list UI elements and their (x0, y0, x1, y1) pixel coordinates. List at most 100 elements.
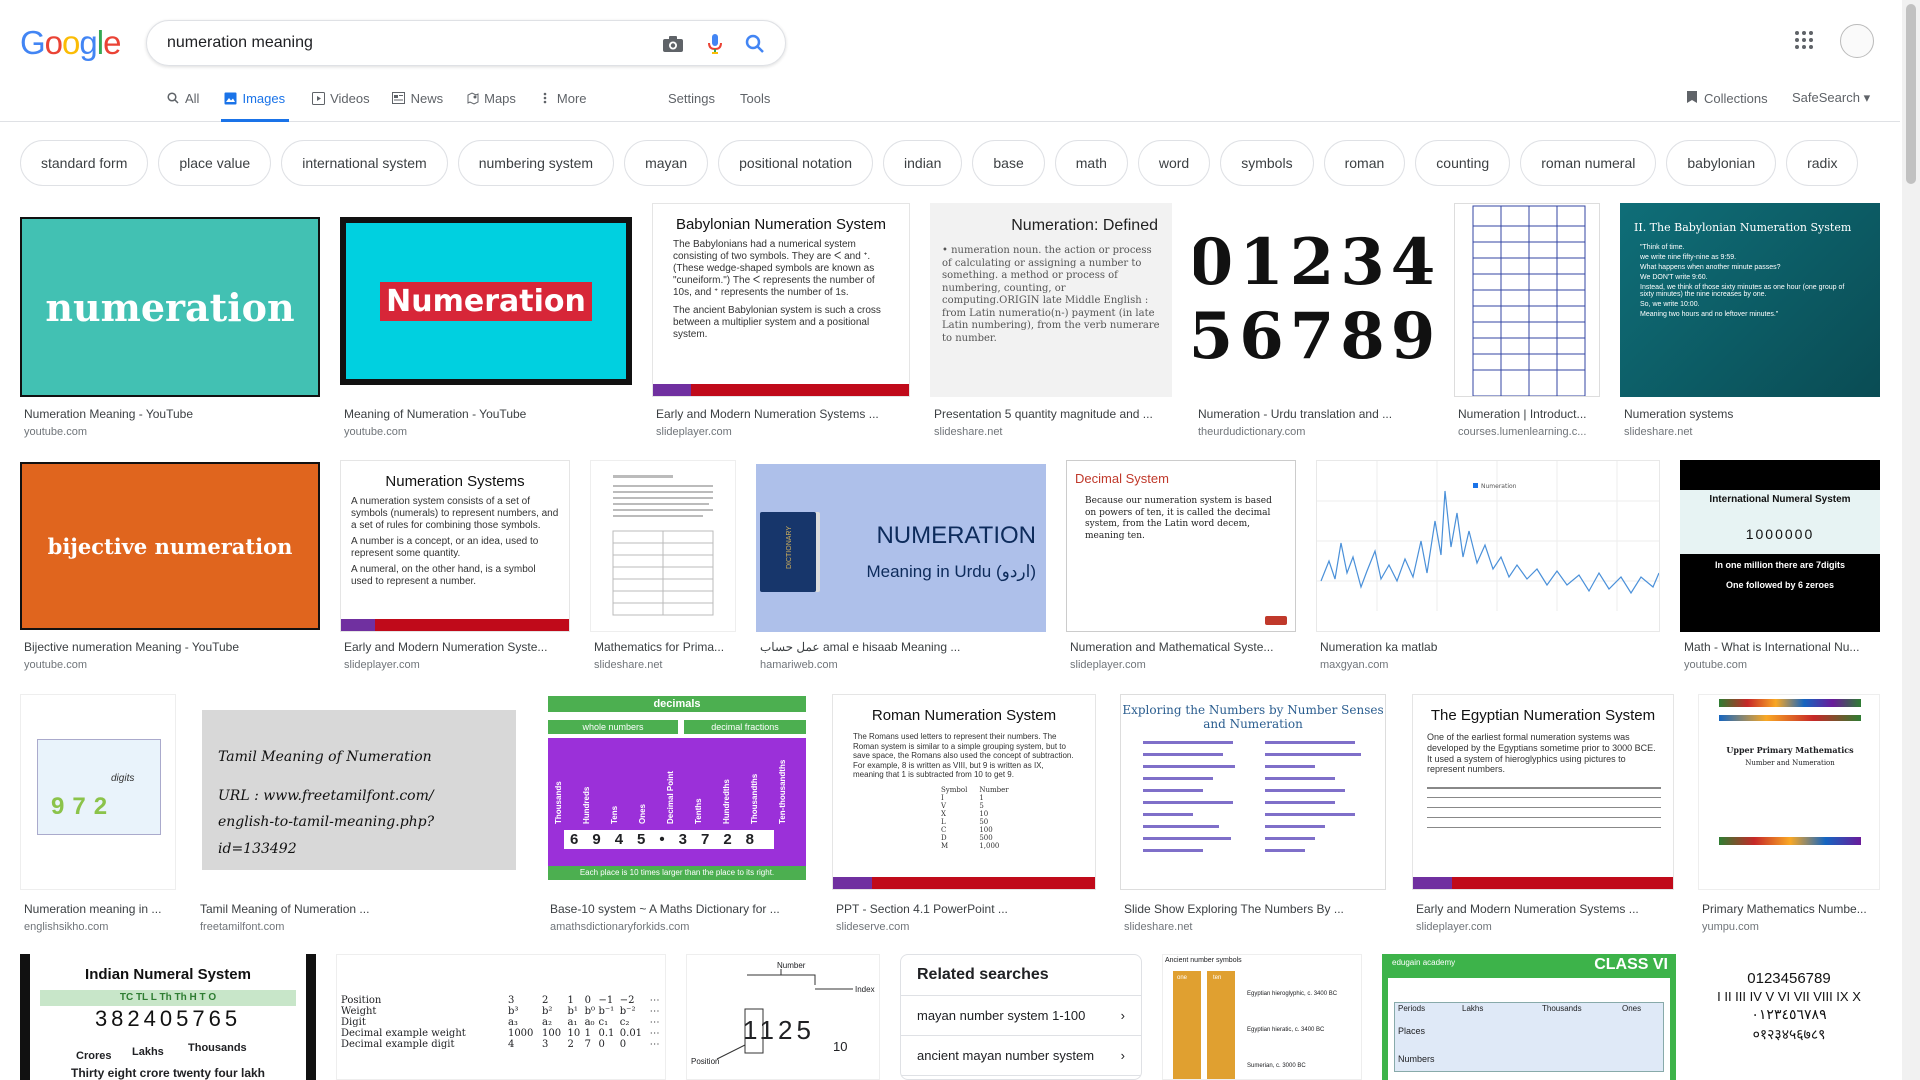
result-thumbnail[interactable]: Numeration (340, 217, 632, 385)
image-result[interactable]: Tamil Meaning of Numeration URL : www.fr… (196, 694, 522, 934)
result-title[interactable]: Numeration and Mathematical Syste... (1070, 640, 1296, 654)
result-source[interactable]: theurdudictionary.com (1198, 426, 1436, 438)
result-title[interactable]: PPT - Section 4.1 PowerPoint ... (836, 902, 1096, 916)
result-thumbnail[interactable]: Numeration (1316, 460, 1660, 632)
image-result[interactable]: Numeration | Introduct... courses.lumenl… (1454, 203, 1600, 443)
tab-more[interactable]: More (538, 88, 587, 122)
result-thumbnail[interactable]: 0123456789 I II III IV V VI VII VIII IX … (1698, 954, 1880, 1080)
result-thumbnail[interactable]: numeration (20, 217, 320, 397)
result-source[interactable]: yumpu.com (1702, 921, 1880, 933)
mic-icon[interactable] (703, 32, 727, 56)
result-title[interactable]: Numeration Meaning - YouTube (24, 407, 320, 421)
result-thumbnail[interactable]: decimals whole numbers decimal fractions… (546, 694, 808, 890)
result-title[interactable]: Numeration | Introduct... (1458, 407, 1600, 421)
result-title[interactable]: Numeration - Urdu translation and ... (1198, 407, 1436, 421)
image-result[interactable]: Numeration Systems A numeration system c… (340, 460, 570, 674)
chip[interactable]: standard form (20, 140, 149, 186)
result-source[interactable]: slideserve.com (836, 921, 1096, 933)
image-result[interactable]: 972 digits Numeration meaning in ... eng… (20, 694, 176, 934)
result-title[interactable]: Tamil Meaning of Numeration ... (200, 902, 522, 916)
vertical-scrollbar[interactable] (1902, 0, 1920, 1080)
result-title[interactable]: Base-10 system ~ A Maths Dictionary for … (550, 902, 808, 916)
image-result[interactable]: Exploring the Numbers by Number Senses a… (1120, 694, 1386, 934)
chip[interactable]: place value (158, 140, 272, 186)
result-source[interactable]: slideplayer.com (1416, 921, 1674, 933)
result-source[interactable]: freetamilfont.com (200, 921, 522, 933)
chip[interactable]: base (972, 140, 1045, 186)
image-result[interactable]: bijective numeration Bijective numeratio… (20, 460, 320, 674)
image-result[interactable]: Numeration Meaning of Numeration - YouTu… (340, 203, 632, 443)
result-thumbnail[interactable] (1454, 203, 1600, 397)
search-icon[interactable] (743, 32, 767, 56)
result-thumbnail[interactable]: Numeration Systems A numeration system c… (340, 460, 570, 632)
result-thumbnail[interactable]: Position 3 2 1 0 −1 −2 ⋯ Weight b³ b² b¹ b⁰ b⁻¹ b⁻² ⋯ … (336, 954, 666, 1080)
result-thumbnail[interactable]: International Numeral System 1000000 In … (1680, 460, 1880, 632)
chip[interactable]: indian (883, 140, 963, 186)
image-result[interactable]: Indian Numeral System TC TL L Th Th H T … (20, 954, 316, 1080)
image-result[interactable]: Position 3 2 1 0 −1 −2 ⋯ Weight b³ b² b¹ b⁰ b⁻¹ b⁻² ⋯ … (336, 954, 666, 1080)
result-source[interactable]: youtube.com (1684, 659, 1880, 671)
image-result[interactable]: II. The Babylonian Numeration System "Th… (1620, 203, 1880, 443)
result-title[interactable]: Presentation 5 quantity magnitude and ..… (934, 407, 1172, 421)
image-result[interactable]: Numeration Numeration ka matlab maxgyan.… (1316, 460, 1660, 674)
chip[interactable]: symbols (1220, 140, 1314, 186)
image-result[interactable]: 0123456789 I II III IV V VI VII VIII IX … (1698, 954, 1880, 1080)
image-result[interactable]: Number Index 1125 10 Position (686, 954, 880, 1080)
chip[interactable]: math (1054, 140, 1128, 186)
result-title[interactable]: Slide Show Exploring The Numbers By ... (1124, 902, 1386, 916)
related-search-item[interactable]: mayan number system 1-100 › (901, 996, 1141, 1036)
settings-link[interactable]: Settings (668, 91, 715, 106)
result-title[interactable]: Numeration systems (1624, 407, 1880, 421)
result-source[interactable]: slideshare.net (1124, 921, 1386, 933)
image-result[interactable]: Roman Numeration System The Romans used … (832, 694, 1096, 934)
result-thumbnail[interactable]: II. The Babylonian Numeration System "Th… (1620, 203, 1880, 397)
result-title[interactable]: Early and Modern Numeration Systems ... (656, 407, 910, 421)
result-title[interactable]: Early and Modern Numeration Systems ... (1416, 902, 1674, 916)
result-thumbnail[interactable]: Indian Numeral System TC TL L Th Th H T … (20, 954, 316, 1080)
result-thumbnail[interactable]: Babylonian Numeration System The Babylon… (652, 203, 910, 397)
result-thumbnail[interactable]: Roman Numeration System The Romans used … (832, 694, 1096, 890)
result-source[interactable]: amathsdictionaryforkids.com (550, 921, 808, 933)
chip[interactable]: roman (1323, 140, 1406, 186)
apps-icon[interactable] (1794, 30, 1818, 54)
result-thumbnail[interactable]: edugain academy CLASS VI Periods Lakhs T… (1382, 954, 1676, 1080)
result-thumbnail[interactable]: Decimal System Because our numeration sy… (1066, 460, 1296, 632)
chip[interactable]: counting (1415, 140, 1511, 186)
result-source[interactable]: slideshare.net (1624, 426, 1880, 438)
related-search-item[interactable]: ancient mayan number system › (901, 1036, 1141, 1076)
image-result[interactable]: Babylonian Numeration System The Babylon… (652, 203, 910, 443)
result-title[interactable]: Math - What is International Nu... (1684, 640, 1880, 654)
result-source[interactable]: slideplayer.com (1070, 659, 1296, 671)
image-result[interactable]: Upper Primary Mathematics Number and Num… (1698, 694, 1880, 934)
result-source[interactable]: slideshare.net (594, 659, 736, 671)
image-result[interactable]: Mathematics for Prima... slideshare.net (590, 460, 736, 674)
tab-videos[interactable]: Videos (311, 88, 370, 122)
tab-maps[interactable]: Maps (465, 88, 516, 122)
chip[interactable]: international system (281, 140, 448, 186)
result-source[interactable]: slideplayer.com (656, 426, 910, 438)
tab-images[interactable]: Images (221, 88, 290, 122)
result-title[interactable]: Mathematics for Prima... (594, 640, 736, 654)
image-result[interactable]: Numeration: Defined • numeration noun. t… (930, 203, 1172, 443)
result-thumbnail[interactable] (590, 460, 736, 632)
image-result[interactable]: edugain academy CLASS VI Periods Lakhs T… (1382, 954, 1676, 1080)
result-source[interactable]: slideplayer.com (344, 659, 570, 671)
chip[interactable]: positional notation (718, 140, 874, 186)
account-avatar[interactable] (1840, 24, 1874, 58)
result-title[interactable]: Early and Modern Numeration Syste... (344, 640, 570, 654)
result-source[interactable]: slideshare.net (934, 426, 1172, 438)
result-title[interactable]: Meaning of Numeration - YouTube (344, 407, 632, 421)
result-source[interactable]: youtube.com (24, 426, 320, 438)
result-source[interactable]: youtube.com (24, 659, 320, 671)
result-thumbnail[interactable]: 01234 56789 (1194, 203, 1436, 397)
result-thumbnail[interactable]: 972 digits (20, 694, 176, 890)
result-thumbnail[interactable]: Number Index 1125 10 Position (686, 954, 880, 1080)
image-result[interactable]: Decimal System Because our numeration sy… (1066, 460, 1296, 674)
result-source[interactable]: englishsikho.com (24, 921, 176, 933)
result-thumbnail[interactable]: Ancient number symbols one ten Egyptian … (1162, 954, 1362, 1080)
camera-icon[interactable] (661, 32, 685, 56)
chip[interactable]: babylonian (1666, 140, 1777, 186)
image-result[interactable]: DICTIONARY NUMERATION Meaning in Urdu (ا… (756, 460, 1046, 674)
result-thumbnail[interactable]: The Egyptian Numeration System One of th… (1412, 694, 1674, 890)
result-thumbnail[interactable]: DICTIONARY NUMERATION Meaning in Urdu (ا… (756, 464, 1046, 632)
